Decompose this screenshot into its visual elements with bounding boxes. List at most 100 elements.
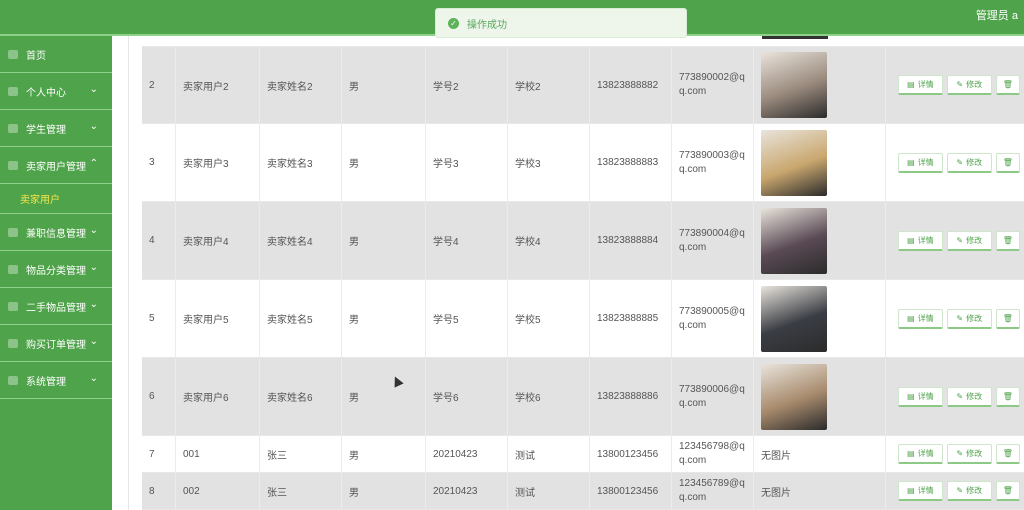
sidebar-item-personal-center[interactable]: 个人中心 ⌄: [0, 73, 112, 110]
sidebar-subitem-seller-user[interactable]: 卖家用户: [0, 184, 112, 214]
no-image-text: 无图片: [761, 487, 791, 499]
sidebar-item-order-mgmt[interactable]: 购买订单管理 ⌄: [0, 325, 112, 362]
delete-button[interactable]: 🗑: [995, 386, 1020, 407]
edit-button[interactable]: ✎ 修改: [946, 444, 992, 464]
trash-icon: 🗑: [1002, 313, 1013, 323]
cell-student-no: 学号5: [426, 280, 508, 357]
previous-row-photo: [762, 36, 828, 39]
cell-phone: 13823888883: [590, 124, 672, 201]
cell-gender: 男: [342, 358, 426, 435]
edit-button[interactable]: ✎ 修改: [946, 386, 992, 407]
sidebar-item-label: 物品分类管理: [26, 265, 86, 277]
cell-school: 学校4: [508, 202, 590, 279]
chevron-icon: ⌄: [89, 225, 98, 236]
delete-button[interactable]: 🗑: [995, 308, 1020, 329]
sidebar-item-label: 二手物品管理: [26, 302, 86, 314]
cell-student-no: 学号3: [426, 124, 508, 201]
cell-student-no: 学号2: [426, 47, 508, 123]
chevron-icon: ⌄: [89, 262, 98, 273]
delete-button[interactable]: 🗑: [995, 230, 1020, 251]
sidebar-item-part-time-mgmt[interactable]: 兼职信息管理 ⌄: [0, 214, 112, 251]
pencil-icon: ✎: [956, 313, 964, 323]
cell-index: 5: [142, 280, 176, 357]
seller-photo: [761, 52, 827, 118]
cell-photo: [754, 202, 886, 279]
edit-button[interactable]: ✎ 修改: [946, 481, 992, 501]
menu-icon: [8, 123, 18, 133]
cell-name: 张三: [260, 436, 342, 472]
delete-button[interactable]: 🗑: [995, 75, 1020, 95]
sidebar-item-system-mgmt[interactable]: 系统管理 ⌄: [0, 362, 112, 399]
detail-button[interactable]: ▤ 详情: [898, 230, 943, 251]
detail-button[interactable]: ▤ 详情: [898, 481, 943, 501]
detail-button[interactable]: ▤ 详情: [898, 152, 943, 173]
cell-photo: 无图片: [754, 473, 886, 509]
cell-gender: 男: [342, 47, 426, 123]
cell-school: 学校5: [508, 280, 590, 357]
chevron-icon: ⌄: [89, 299, 98, 310]
pencil-icon: ✎: [956, 157, 964, 167]
edit-button[interactable]: ✎ 修改: [946, 152, 992, 173]
cell-student-no: 20210423: [426, 436, 508, 472]
cell-index: 2: [142, 47, 176, 123]
table-row: 7 001 张三男 20210423 测试 13800123456 123456798@qq…: [142, 436, 1024, 473]
pencil-icon: ✎: [956, 449, 964, 458]
cell-photo: [754, 124, 886, 201]
sidebar-item-student-mgmt[interactable]: 学生管理 ⌄: [0, 110, 112, 147]
cell-actions: ▤ 详情 ✎ 修改 🗑: [886, 202, 1024, 279]
detail-button[interactable]: ▤ 详情: [898, 75, 943, 95]
cell-gender: 男: [342, 436, 426, 472]
content-gutter: [112, 36, 142, 510]
trash-icon: 🗑: [1002, 157, 1013, 167]
cell-gender: 男: [342, 280, 426, 357]
cell-photo: 无图片: [754, 436, 886, 472]
sidebar-item-second-hand-mgmt[interactable]: 二手物品管理 ⌄: [0, 288, 112, 325]
sidebar-item-label: 学生管理: [26, 124, 66, 136]
cell-photo: [754, 358, 886, 435]
toast-message: 操作成功: [467, 19, 507, 31]
sidebar-item-seller-user-mgmt[interactable]: 卖家用户管理 ⌃: [0, 147, 112, 184]
document-icon: ▤: [907, 80, 915, 89]
cell-name: 卖家姓名4: [260, 202, 342, 279]
sidebar-item-category-mgmt[interactable]: 物品分类管理 ⌄: [0, 251, 112, 288]
cell-name: 卖家姓名5: [260, 280, 342, 357]
cell-name: 张三: [260, 473, 342, 509]
cell-account: 卖家用户3: [176, 124, 260, 201]
delete-button[interactable]: 🗑: [995, 152, 1020, 173]
pencil-icon: ✎: [956, 80, 964, 89]
seller-photo: [761, 285, 827, 352]
admin-label[interactable]: 管理员 a: [976, 7, 1018, 23]
trash-icon: 🗑: [1002, 391, 1013, 401]
menu-icon: [8, 86, 18, 96]
edit-button[interactable]: ✎ 修改: [946, 75, 992, 95]
document-icon: ▤: [907, 235, 915, 245]
cell-index: 6: [142, 358, 176, 435]
sidebar-item-label: 个人中心: [26, 87, 66, 99]
cell-photo: [754, 280, 886, 357]
edit-button[interactable]: ✎ 修改: [946, 230, 992, 251]
sidebar-item-label: 购买订单管理: [26, 339, 86, 351]
delete-button[interactable]: 🗑: [995, 481, 1020, 501]
seller-photo: [761, 129, 827, 196]
edit-button[interactable]: ✎ 修改: [946, 308, 992, 329]
cell-name: 卖家姓名2: [260, 47, 342, 123]
cell-index: 3: [142, 124, 176, 201]
cell-student-no: 学号6: [426, 358, 508, 435]
delete-button[interactable]: 🗑: [995, 444, 1020, 464]
cell-school: 测试: [508, 436, 590, 472]
detail-button[interactable]: ▤ 详情: [898, 444, 943, 464]
cell-index: 7: [142, 436, 176, 472]
seller-photo: [761, 363, 827, 430]
detail-button[interactable]: ▤ 详情: [898, 308, 943, 329]
detail-button[interactable]: ▤ 详情: [898, 386, 943, 407]
cell-email: 773890002@qq.com: [672, 47, 754, 123]
cell-actions: ▤ 详情 ✎ 修改 🗑: [886, 47, 1024, 123]
menu-icon: [8, 49, 18, 59]
table-row: 4 卖家用户4 卖家姓名4 男学号4 学校4 13823888884 773890004@q…: [142, 202, 1024, 280]
cell-actions: ▤ 详情 ✎ 修改 🗑: [886, 473, 1024, 509]
cell-school: 测试: [508, 473, 590, 509]
cell-email: 773890003@qq.com: [672, 124, 754, 201]
menu-icon: [8, 160, 18, 170]
chevron-icon: ⌄: [89, 336, 98, 347]
sidebar-item-home[interactable]: 首页: [0, 36, 112, 73]
